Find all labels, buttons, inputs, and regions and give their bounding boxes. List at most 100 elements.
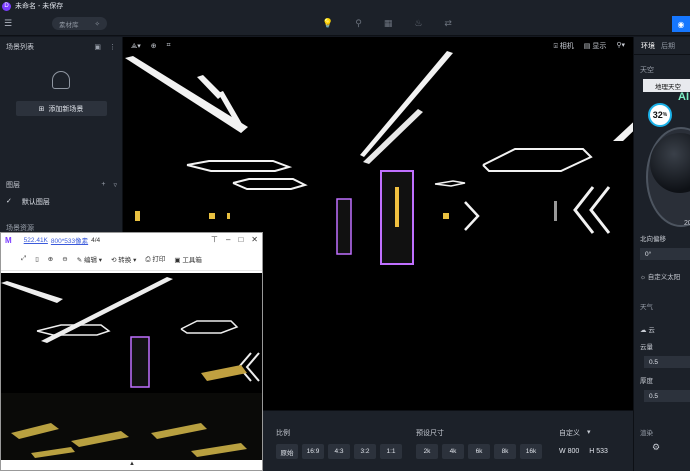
light-bulb-icon[interactable]: 💡 [322, 18, 333, 29]
sun-angle-value: 20 [684, 220, 690, 227]
preset-2k-button[interactable]: 2k [416, 444, 438, 459]
yellow-sign [227, 213, 230, 219]
ai-badge[interactable]: AI [678, 91, 689, 103]
scene-list-header: 场景列表 ▣ ⋮ [0, 37, 122, 57]
tab-environment[interactable]: 环境 [641, 41, 655, 51]
grid-icon[interactable]: ⌗ [167, 42, 171, 51]
custom-sun-toggle[interactable]: ☼ 自定义太阳 [640, 271, 680, 281]
add-scene-button[interactable]: ⊞ 添加新场景 [15, 101, 107, 116]
app-window: D 未命名 - 未保存 ☰ 素材库 ✧ 💡 ⚲ ▦ ♨ ⇄ ◉ 场景列表 ▣ ⋮ [0, 0, 690, 471]
person-view-icon[interactable]: ⚲▾ [616, 41, 625, 51]
light-strip [360, 51, 453, 157]
add-image-icon: ⊞ [38, 105, 45, 113]
yellow-sign [209, 213, 215, 219]
zoom-out-icon[interactable]: ⊖ [62, 255, 67, 263]
convert-button[interactable]: ⟲ 转换 ▾ [111, 254, 136, 264]
custom-dropdown-icon[interactable]: ▾ [587, 428, 591, 436]
thickness-input[interactable]: 0.5 [644, 390, 690, 402]
ratio-16-9-button[interactable]: 16:9 [302, 444, 324, 459]
image-dimensions[interactable]: 800*533像素 [51, 235, 88, 245]
node-link-icon[interactable]: ⚲ [355, 18, 362, 29]
window-title: 未命名 - 未保存 [15, 3, 64, 10]
viewer-title-bar: M 522.41K 800*533像素 4/4 ⊤ – □ ✕ [1, 233, 262, 247]
display-menu[interactable]: ▤ 显示 [584, 41, 607, 51]
file-size[interactable]: 522.41K [24, 237, 48, 244]
viewer-image [1, 273, 262, 462]
hex-lamp [186, 160, 293, 172]
cloud-icon: ☁ [640, 327, 647, 334]
light-strip [1, 281, 63, 303]
yellow-sign [135, 211, 140, 221]
percent-badge: 32% [648, 103, 672, 127]
custom-sun-label: 自定义太阳 [647, 274, 681, 281]
preset-title: 预设尺寸 [416, 430, 444, 437]
preset-options: 2k 4k 6k 8k 16k [416, 444, 542, 459]
width-field[interactable]: W 800 [559, 448, 579, 455]
preset-8k-button[interactable]: 8k [494, 444, 516, 459]
sky-title: 天空 [640, 67, 654, 74]
viewer-toolbar: ⤢ ▯ ⊕ ⊖ ✎ 编辑 ▾ ⟲ 转换 ▾ ⎙ 打印 ▣ 工具箱 [1, 247, 262, 271]
print-label: 打印 [152, 256, 166, 263]
edit-button[interactable]: ✎ 编辑 ▾ [77, 254, 102, 264]
ratio-original-button[interactable]: 原始 [276, 444, 298, 459]
percent-sign: % [662, 112, 668, 118]
north-offset-input[interactable]: 0° [640, 248, 690, 260]
tab-post[interactable]: 后期 [661, 41, 675, 51]
custom-dimensions: W 800 H 533 [559, 444, 608, 459]
sun-icon: ☼ [640, 274, 646, 281]
central-pillar [130, 336, 150, 388]
fit-screen-icon[interactable]: ⤢ [21, 255, 26, 263]
close-icon[interactable]: ✕ [251, 235, 258, 244]
toolbox-button[interactable]: ▣ 工具箱 [174, 254, 201, 264]
display-label: 显示 [592, 43, 607, 50]
chevron-decor [464, 201, 480, 231]
expand-arrow-icon[interactable]: ▲ [129, 461, 135, 467]
cloud-toggle[interactable]: ☁ 云 [640, 324, 655, 334]
image-icon[interactable]: ▣ [94, 43, 101, 51]
original-size-icon[interactable]: ▯ [35, 255, 39, 263]
preset-6k-button[interactable]: 6k [468, 444, 490, 459]
print-button[interactable]: ⎙ 打印 [145, 253, 165, 264]
fire-icon[interactable]: ♨ [414, 18, 422, 29]
landscape-icon[interactable]: ▦ [384, 18, 393, 29]
pin-icon[interactable]: ⊤ [211, 235, 218, 244]
zoom-in-icon[interactable]: ⊕ [48, 255, 53, 263]
height-field[interactable]: H 533 [589, 448, 608, 455]
preview-render [1, 277, 262, 462]
percent-value: 32 [652, 110, 663, 120]
height-value: 533 [596, 448, 608, 455]
minimize-icon[interactable]: – [226, 235, 230, 244]
camera-menu[interactable]: ⌻ 相机 [554, 41, 574, 51]
title-bar: D 未命名 - 未保存 [0, 0, 690, 12]
light-strip [125, 56, 248, 133]
translate-icon[interactable]: ⇄ [444, 18, 452, 29]
layer-item-default[interactable]: ✓ 默认图层 [6, 197, 50, 207]
render-settings-bar: 比例 预设尺寸 自定义 ▾ 原始 16:9 4:3 3:2 1:1 2k 4k … [263, 410, 633, 471]
transform-icon[interactable]: ⟁▾ [131, 42, 141, 51]
add-scene-label: 添加新场景 [48, 105, 84, 113]
globe-icon[interactable]: ⊕ [151, 42, 157, 51]
render-settings-icon[interactable]: ⚙ [652, 442, 660, 453]
add-layer-icon[interactable]: + [101, 181, 105, 189]
cloud-amount-input[interactable]: 0.5 [644, 356, 690, 368]
camera-render-button[interactable]: ◉ [672, 16, 690, 32]
maximize-icon[interactable]: □ [238, 235, 243, 244]
ratio-3-2-button[interactable]: 3:2 [354, 444, 376, 459]
ratio-1-1-button[interactable]: 1:1 [380, 444, 402, 459]
image-viewer-window[interactable]: M 522.41K 800*533像素 4/4 ⊤ – □ ✕ ⤢ ▯ ⊕ ⊖ … [0, 232, 263, 471]
viewport-toolbar: ⟁▾ ⊕ ⌗ ⌻ 相机 ▤ 显示 ⚲▾ [123, 37, 633, 55]
right-panel: 环境 后期 天空 地理天空 32% AI 20 北向偏移 0° ☼ 自定义太阳 … [633, 37, 690, 471]
yellow-sign [443, 213, 449, 219]
hamburger-menu-icon[interactable]: ☰ [4, 18, 16, 29]
light-strip [197, 75, 223, 99]
viewer-logo-icon: M [5, 235, 12, 245]
preset-4k-button[interactable]: 4k [442, 444, 464, 459]
ratio-4-3-button[interactable]: 4:3 [328, 444, 350, 459]
filter-icon[interactable]: ▿ [113, 181, 117, 189]
more-icon[interactable]: ⋮ [109, 43, 116, 51]
material-library-button[interactable]: 素材库 ✧ [52, 17, 107, 30]
preset-16k-button[interactable]: 16k [520, 444, 542, 459]
width-value: 800 [567, 448, 580, 455]
viewer-window-controls: ⊤ – □ ✕ [211, 235, 258, 244]
viewer-status-bar: ▲ [1, 460, 262, 470]
